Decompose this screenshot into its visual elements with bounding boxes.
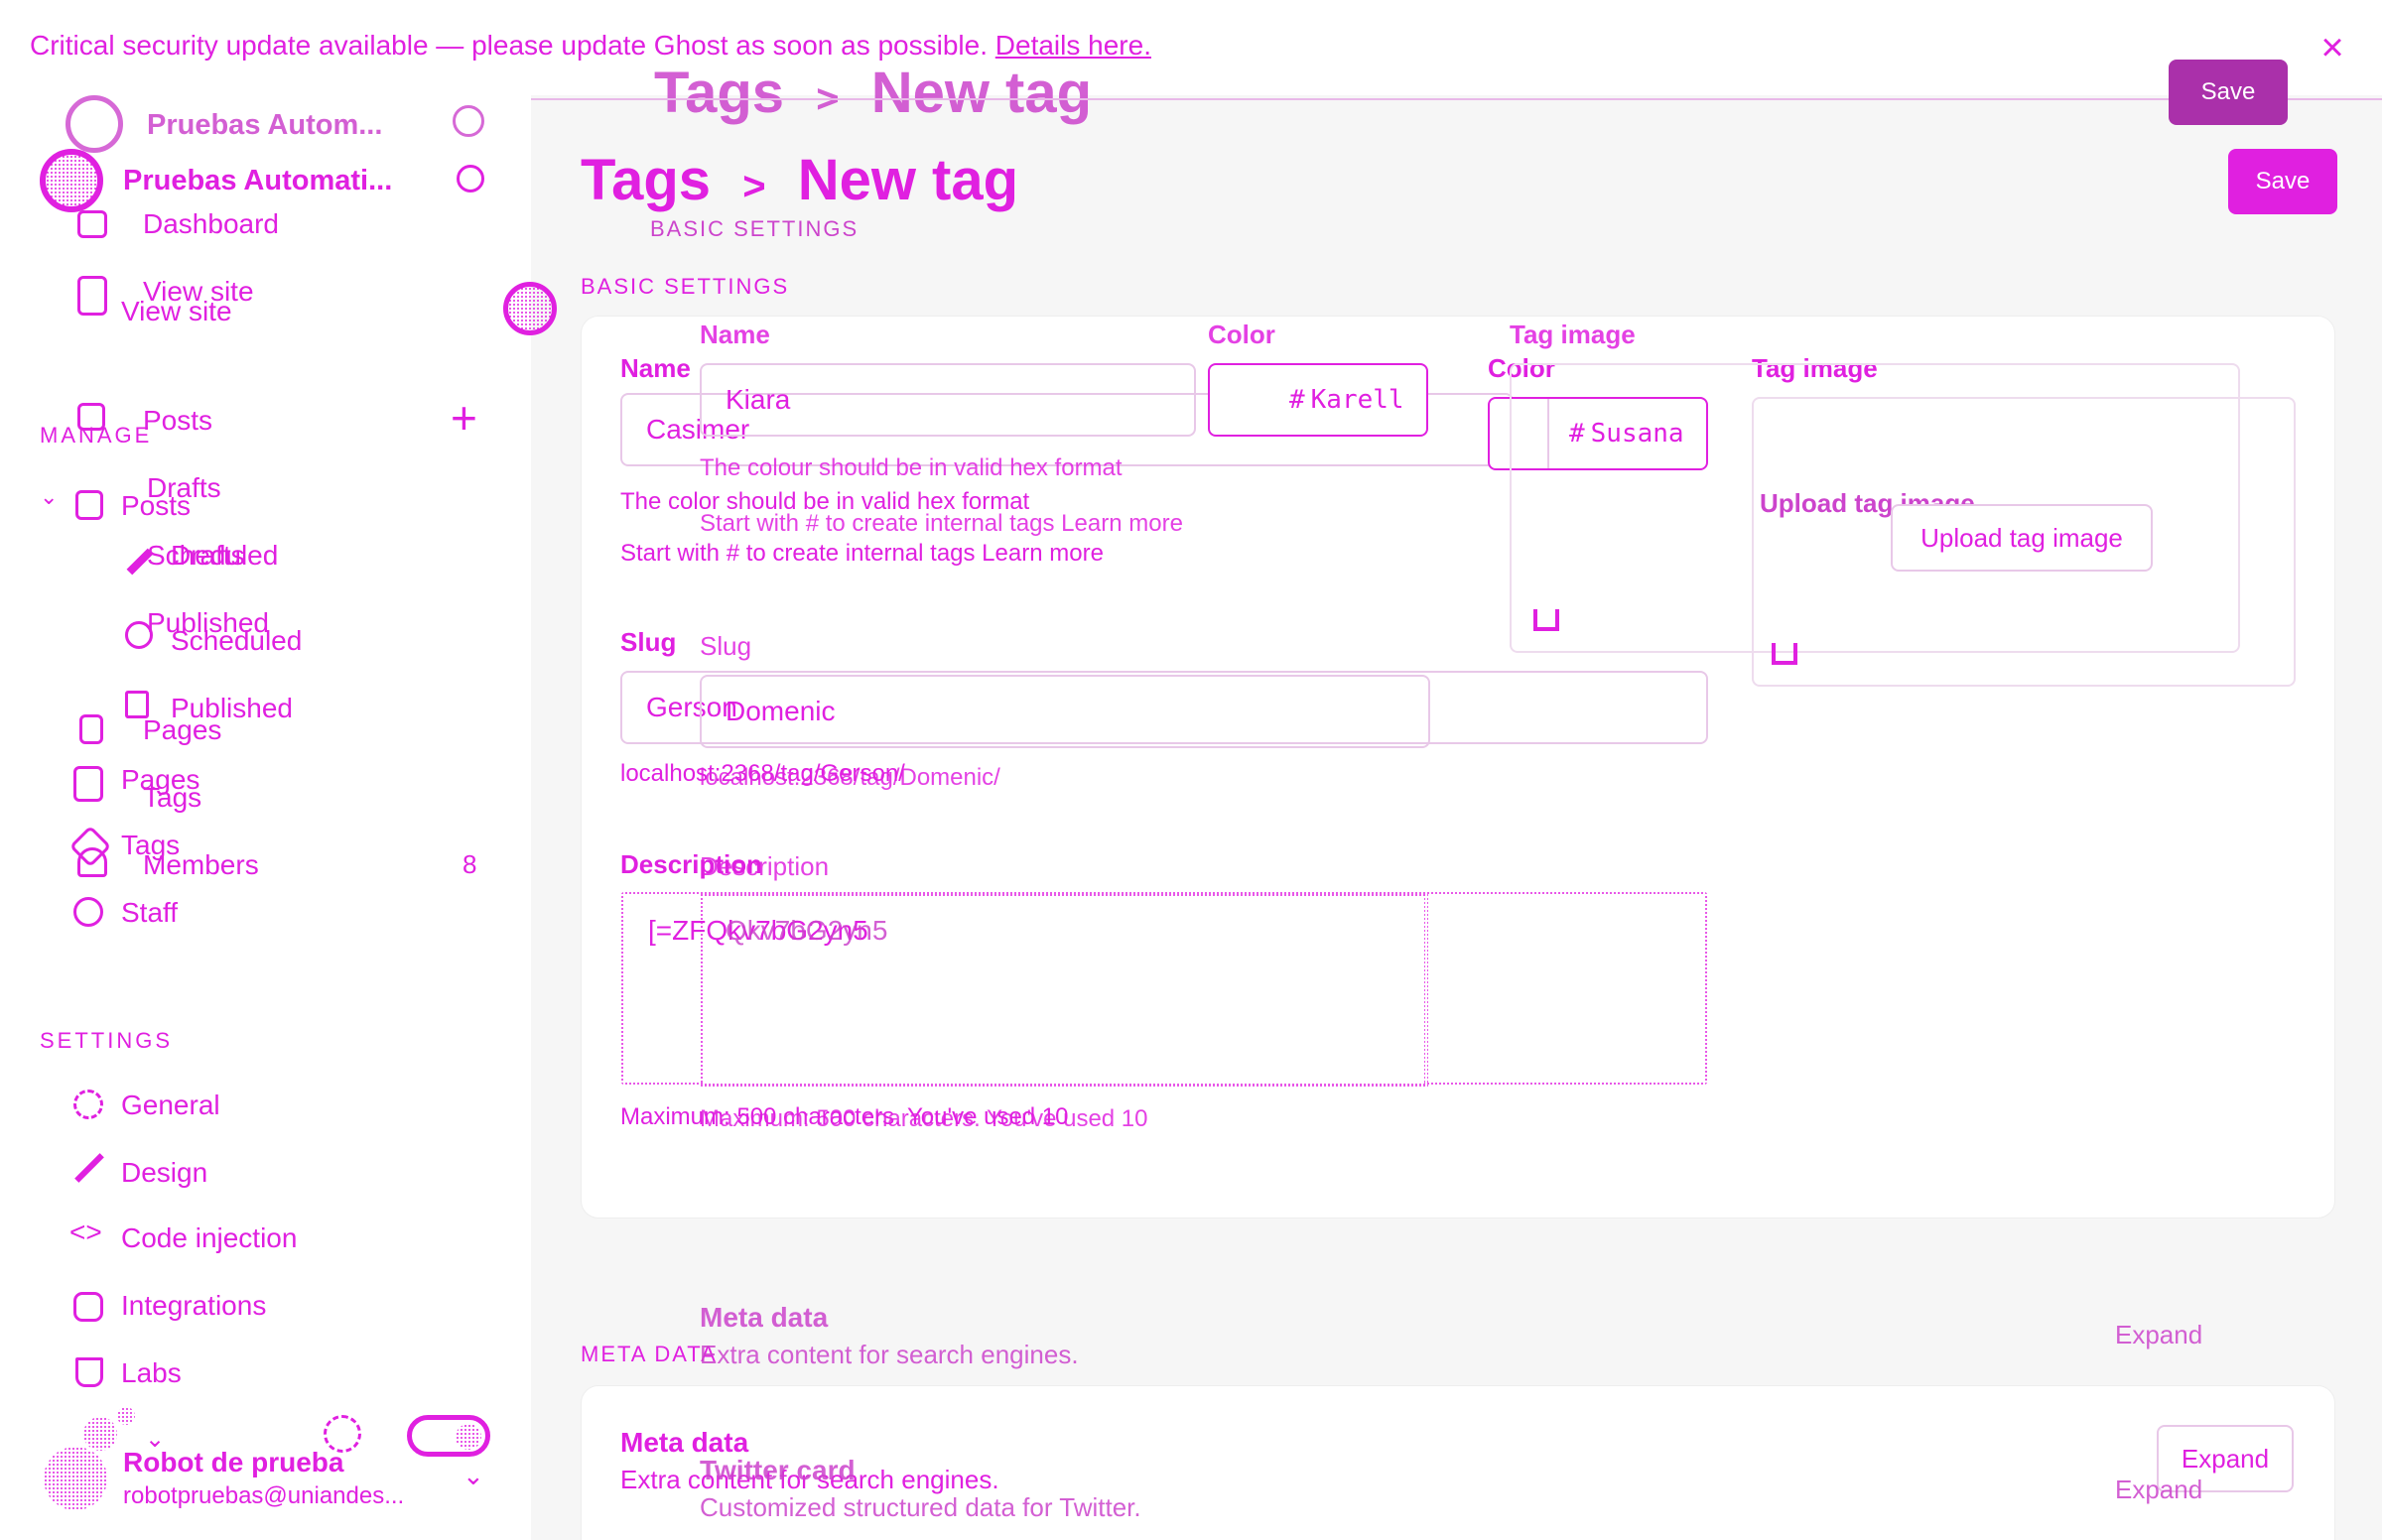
site-name[interactable]: Pruebas Automati...: [123, 165, 392, 197]
gear-icon: [73, 1090, 103, 1119]
ghost-avatar: [503, 282, 557, 335]
slug-url-ghost: localhost:2368/tag/Domenic/: [700, 764, 1000, 791]
basic-settings-label: BASIC SETTINGS: [581, 274, 790, 299]
slug-label: Slug: [620, 627, 677, 657]
header-line: [531, 98, 2382, 100]
name-label-ghost: Name: [700, 320, 770, 349]
user-name[interactable]: Robot de prueba: [123, 1447, 343, 1478]
search-icon[interactable]: [453, 105, 484, 137]
user-avatar-ghost: [83, 1417, 117, 1451]
name-input-ghost[interactable]: Kiara: [700, 363, 1196, 437]
status-dot: [117, 1407, 135, 1425]
description-value-ghost: Qkv7bG2yn5: [726, 915, 888, 946]
posts-icon: [77, 403, 105, 431]
flask-icon: [75, 1357, 103, 1387]
slug-label-ghost: Slug: [700, 631, 752, 661]
members-count: 8: [463, 849, 477, 879]
save-button-ghost[interactable]: Save: [2169, 60, 2288, 125]
integrations-icon: [73, 1292, 103, 1322]
nav-scheduled-ghost[interactable]: Scheduled: [147, 536, 278, 576]
members-icon: [77, 847, 107, 877]
posts-icon: [75, 490, 103, 520]
color-value-ghost: Karell: [1310, 385, 1404, 415]
breadcrumb-root-ghost[interactable]: Tags: [654, 61, 784, 125]
name-hint-ghost: Start with # to create internal tags Lea…: [700, 510, 1183, 537]
name-label: Name: [620, 353, 691, 383]
tag-image-label-ghost: Tag image: [1510, 320, 1636, 349]
banner-text: Critical security update available — ple…: [30, 30, 988, 61]
name-hint: Start with # to create internal tags Lea…: [620, 540, 1104, 567]
upload-icon: [1772, 643, 1797, 665]
nav-staff[interactable]: Staff: [121, 893, 178, 933]
breadcrumb-page-ghost: New tag: [870, 61, 1093, 125]
banner-message: Critical security update available — ple…: [30, 30, 1151, 62]
description-count-ghost: Maximum: 500 characters. You've used 10: [700, 1105, 1148, 1132]
twitter-title: Twitter card: [700, 1455, 856, 1485]
breadcrumb: Tags > New tag: [581, 147, 1018, 213]
chevron-right-icon: >: [742, 165, 766, 208]
user-email: robotpruebas@uniandes...: [123, 1482, 405, 1509]
site-logo: [40, 149, 103, 212]
browser-icon: [77, 276, 107, 316]
main-content: Tags > New tag Save Tags > New tag Save …: [503, 60, 2382, 1540]
chevron-down-icon[interactable]: ⌄: [40, 484, 58, 510]
chevron-down-icon[interactable]: ⌄: [463, 1461, 484, 1491]
breadcrumb-page: New tag: [797, 148, 1019, 212]
home-icon: [77, 210, 107, 238]
close-icon[interactable]: ×: [2313, 28, 2352, 67]
nav-published-ghost[interactable]: Published: [147, 603, 269, 643]
breadcrumb-root[interactable]: Tags: [581, 148, 711, 212]
color-input-ghost[interactable]: # Karell: [1208, 363, 1428, 437]
description-label-ghost: Description: [700, 851, 830, 881]
basic-settings-label-ghost: BASIC SETTINGS: [650, 216, 860, 241]
color-label-ghost: Color: [1208, 320, 1275, 349]
nav-dashboard[interactable]: Dashboard: [143, 204, 279, 244]
nav-general[interactable]: General: [121, 1086, 220, 1125]
twitter-expand[interactable]: Expand: [2115, 1475, 2202, 1505]
upload-tag-image-button[interactable]: Upload tag image: [1891, 504, 2153, 572]
banner-details-link[interactable]: Details here.: [995, 30, 1151, 61]
meta-expand-ghost[interactable]: Expand: [2115, 1320, 2202, 1350]
code-icon: <>: [69, 1217, 102, 1247]
upload-icon: [1533, 609, 1559, 631]
add-post-icon[interactable]: +: [451, 395, 477, 441]
settings-label: SETTINGS: [40, 1028, 174, 1053]
nav-labs[interactable]: Labs: [121, 1353, 182, 1393]
nav-view-site[interactable]: View site: [121, 292, 232, 331]
update-banner: Critical security update available — ple…: [0, 0, 2382, 95]
name-error-ghost: The colour should be in valid hex format: [700, 454, 1123, 481]
pages-icon: [73, 766, 103, 802]
nav-drafts-ghost[interactable]: Drafts: [147, 468, 221, 508]
user-avatar[interactable]: [44, 1447, 107, 1510]
nav-code-injection[interactable]: Code injection: [121, 1219, 297, 1258]
search-icon[interactable]: [457, 165, 484, 192]
save-button[interactable]: Save: [2228, 149, 2337, 214]
staff-icon: [73, 897, 103, 927]
nav-tags-ghost[interactable]: Tags: [143, 778, 201, 818]
site-logo-ghost: [66, 95, 123, 153]
meta-title-ghost: Meta data: [700, 1302, 829, 1333]
nav-members[interactable]: Members: [143, 845, 259, 885]
night-mode-toggle[interactable]: [407, 1415, 490, 1457]
meta-data-label: META DATA: [581, 1342, 718, 1366]
page-icon: [79, 714, 103, 744]
brush-icon: [74, 1153, 104, 1183]
breadcrumb-ghost: Tags > New tag: [654, 60, 1092, 126]
nav-posts-ghost[interactable]: Posts: [143, 401, 212, 441]
nav-pages-ghost[interactable]: Pages: [143, 710, 221, 750]
site-name-ghost[interactable]: Pruebas Autom...: [147, 109, 382, 142]
nav-integrations[interactable]: Integrations: [121, 1286, 266, 1326]
hash-symbol: #: [1289, 385, 1305, 415]
meta-desc-ghost: Extra content for search engines.: [700, 1340, 1079, 1369]
slug-input-ghost[interactable]: Domenic: [700, 675, 1430, 748]
nav-design[interactable]: Design: [121, 1153, 207, 1193]
twitter-desc: Customized structured data for Twitter.: [700, 1492, 1141, 1522]
sidebar: Pruebas Autom... Pruebas Automati... Das…: [0, 95, 531, 1540]
